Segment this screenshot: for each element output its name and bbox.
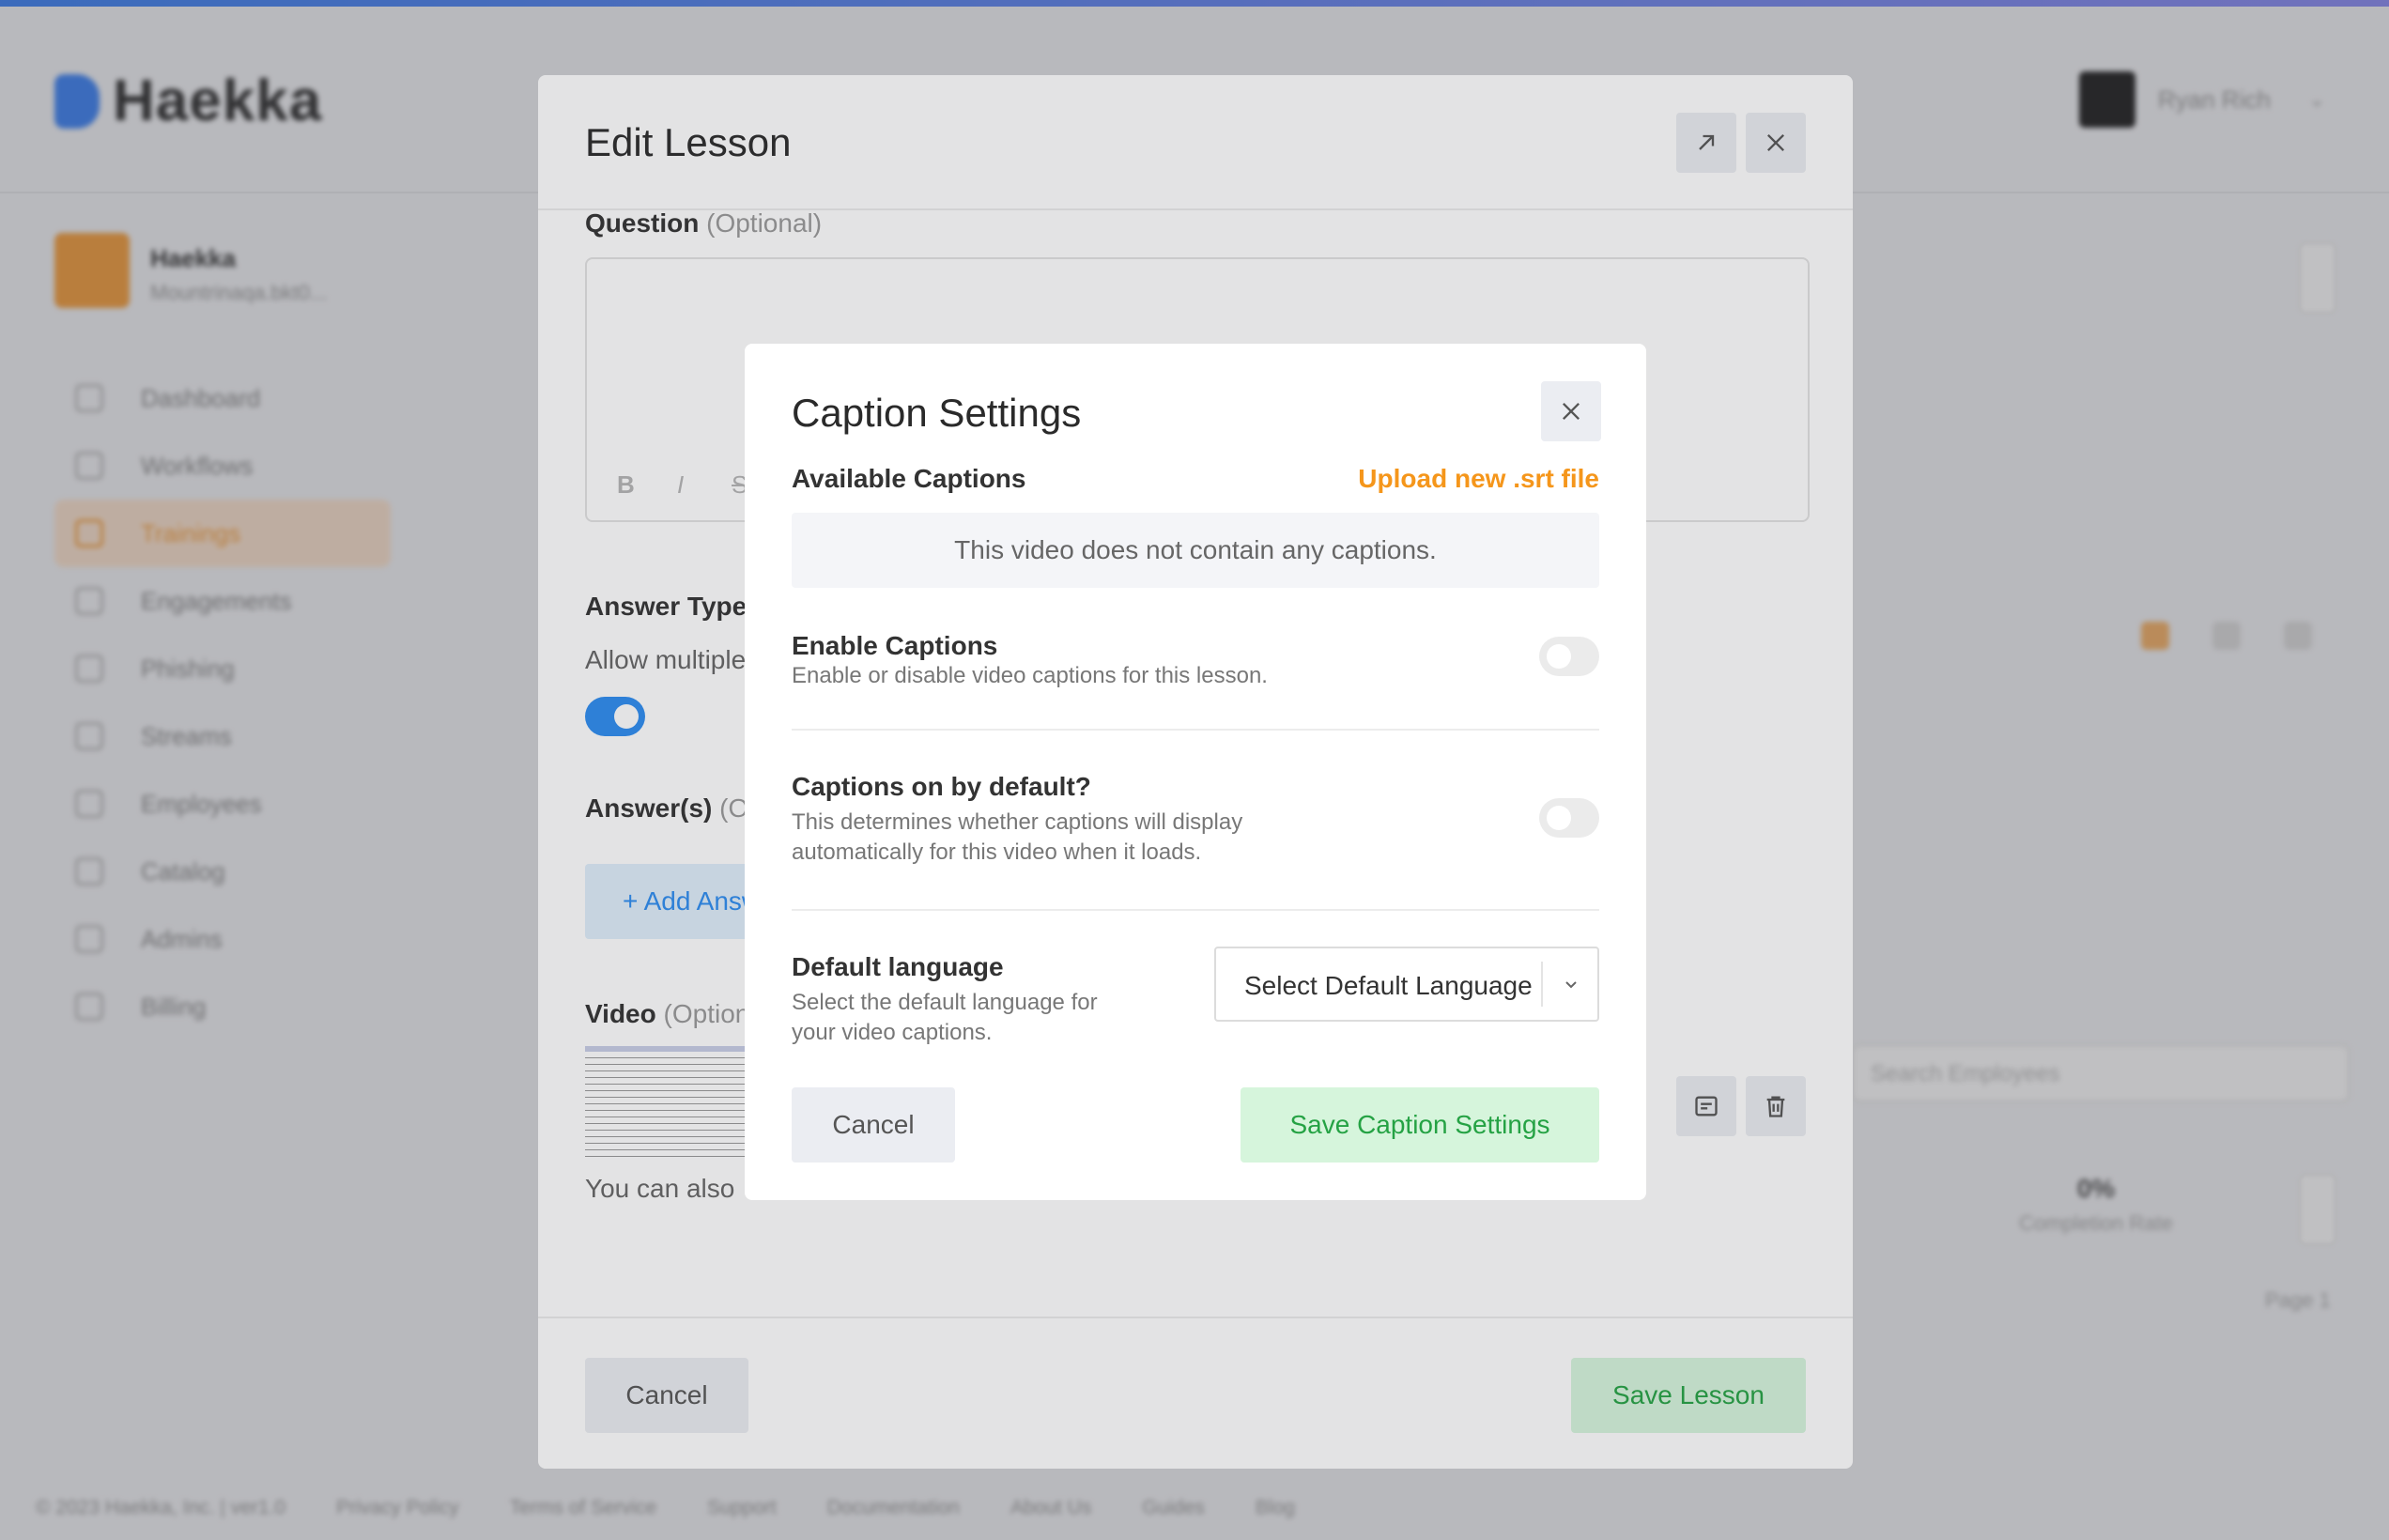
captions-default-title: Captions on by default? xyxy=(792,772,1091,801)
captions-empty-state: This video does not contain any captions… xyxy=(792,513,1599,588)
captions-default-desc: This determines whether captions will di… xyxy=(792,809,1243,865)
upload-srt-link[interactable]: Upload new .srt file xyxy=(1358,464,1599,494)
enable-captions-desc: Enable or disable video captions for thi… xyxy=(792,663,1268,688)
captions-default-toggle[interactable] xyxy=(1539,798,1599,838)
caption-settings-modal: Caption Settings Available Captions Uplo… xyxy=(745,344,1646,1200)
save-caption-settings-button[interactable]: Save Caption Settings xyxy=(1241,1087,1599,1163)
section-divider xyxy=(792,729,1599,731)
section-divider xyxy=(792,909,1599,911)
modal-title: Caption Settings xyxy=(792,391,1082,435)
default-language-desc: Select the default language for your vid… xyxy=(792,990,1098,1045)
close-icon xyxy=(1563,403,1580,420)
cancel-button[interactable]: Cancel xyxy=(792,1087,955,1163)
select-value: Select Default Language xyxy=(1244,971,1533,1000)
enable-captions-toggle[interactable] xyxy=(1539,637,1599,676)
available-captions-label: Available Captions xyxy=(792,464,1026,493)
close-button[interactable] xyxy=(1541,381,1601,441)
enable-captions-title: Enable Captions xyxy=(792,631,998,660)
default-language-select[interactable]: Select Default Language xyxy=(1214,947,1599,1022)
default-language-title: Default language xyxy=(792,952,1004,981)
select-separator xyxy=(1541,962,1543,1007)
chevron-down-icon xyxy=(1565,981,1577,989)
